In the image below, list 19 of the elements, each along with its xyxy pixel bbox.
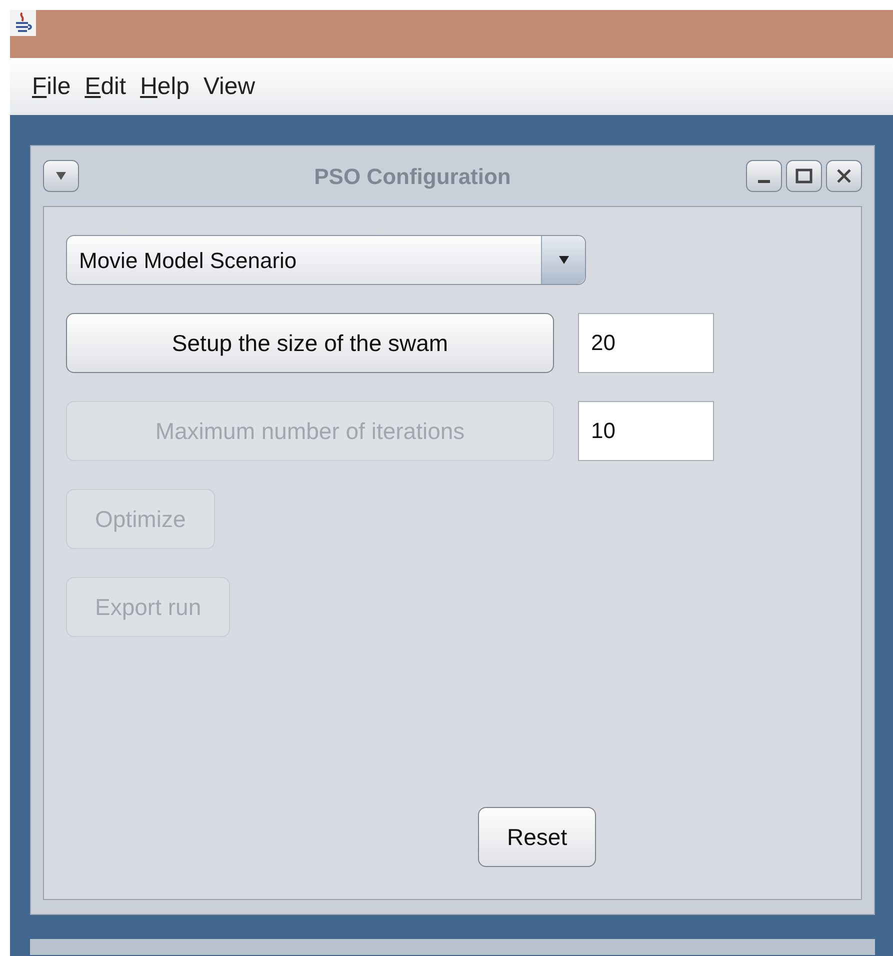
java-cup-icon [10, 10, 36, 36]
reset-button[interactable]: Reset [478, 807, 596, 867]
menu-item[interactable]: Help [140, 68, 190, 104]
input-field[interactable]: 10 [578, 401, 714, 461]
caret-icon [55, 171, 67, 181]
close-button[interactable] [826, 160, 862, 192]
scenario-dropdown[interactable]: Movie Model Scenario [66, 235, 586, 285]
menu-item[interactable]: Edit [84, 68, 126, 104]
menu-item[interactable]: View [203, 68, 256, 104]
input-field[interactable]: 20 [578, 313, 714, 373]
menu-item[interactable]: File [32, 68, 71, 104]
minimize-icon [758, 180, 770, 182]
frame-menu-button[interactable] [43, 160, 79, 192]
close-icon [836, 168, 852, 184]
maximize-button[interactable] [786, 160, 822, 192]
minimize-button[interactable] [746, 160, 782, 192]
maximize-icon [794, 168, 813, 184]
action-button[interactable]: Setup the size of the swam [66, 313, 554, 373]
frame-title: PSO Configuration [314, 162, 511, 191]
